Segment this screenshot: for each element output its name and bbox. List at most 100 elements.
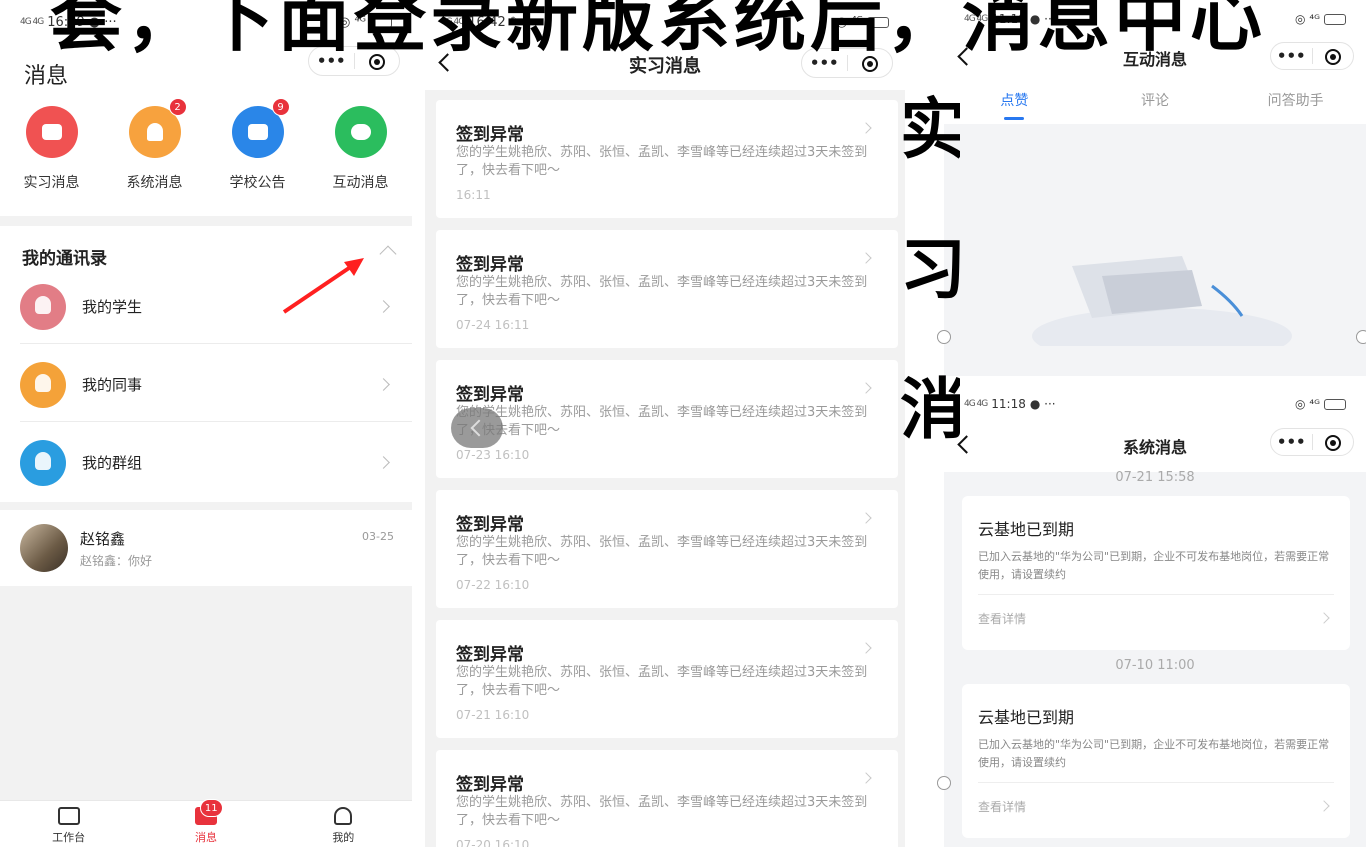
message-body: 您的学生姚艳欣、苏阳、张恒、孟凯、李雪峰等已经连续超过3天未签到了，快去看下吧～ bbox=[456, 405, 868, 438]
floating-back-button[interactable] bbox=[451, 408, 503, 448]
chevron-right-icon bbox=[860, 512, 872, 524]
category-interaction[interactable]: 互动消息 bbox=[309, 106, 412, 192]
message-card[interactable]: 签到异常 您的学生姚艳欣、苏阳、张恒、孟凯、李雪峰等已经连续超过3天未签到了，快… bbox=[436, 750, 898, 847]
alarm-icon: ◎ ⁴ᴳ bbox=[835, 14, 863, 30]
message-date: 07-22 16:10 bbox=[456, 578, 530, 592]
category-internship[interactable]: 实习消息 bbox=[0, 106, 103, 192]
close-miniprogram-icon[interactable] bbox=[1313, 433, 1354, 451]
status-time: 11:18 bbox=[991, 12, 1026, 26]
nav-bar: 实习消息 ••• bbox=[425, 36, 905, 90]
message-title: 签到异常 bbox=[456, 515, 524, 535]
chevron-right-icon bbox=[377, 300, 390, 313]
chevron-right-icon bbox=[860, 772, 872, 784]
system-message-card[interactable]: 云基地已到期 已加入云基地的"华为公司"已到期，企业不可发布基地岗位，若需要正常… bbox=[962, 496, 1350, 650]
tab-label: 我的 bbox=[332, 831, 355, 844]
tab-workbench[interactable]: 工作台 bbox=[0, 801, 137, 847]
signal-icon: 4G 4G bbox=[964, 399, 988, 409]
alarm-icon: ◎ ⁴ᴳ bbox=[1295, 12, 1320, 26]
chevron-right-icon bbox=[377, 378, 390, 391]
tab-comments[interactable]: 评论 bbox=[1085, 86, 1226, 124]
chat-name: 赵铭鑫 bbox=[80, 530, 126, 548]
collapse-chevron-icon[interactable] bbox=[379, 245, 397, 263]
category-system[interactable]: 2 系统消息 bbox=[103, 98, 206, 192]
internship-message-icon bbox=[25, 106, 78, 158]
message-categories: 实习消息 2 系统消息 9 学校公告 互动消息 bbox=[0, 98, 412, 192]
message-card[interactable]: 签到异常 您的学生姚艳欣、苏阳、张恒、孟凯、李雪峰等已经连续超过3天未签到了，快… bbox=[436, 230, 898, 348]
bell-icon: 2 bbox=[128, 98, 187, 158]
more-menu-icon[interactable]: ••• bbox=[309, 52, 354, 70]
tab-likes[interactable]: 点赞 bbox=[944, 86, 1085, 124]
message-date: 16:11 bbox=[456, 188, 491, 202]
contact-label: 我的同事 bbox=[82, 376, 143, 394]
message-date: 07-21 16:10 bbox=[456, 708, 530, 722]
message-card[interactable]: 签到异常 您的学生姚艳欣、苏阳、张恒、孟凯、李雪峰等已经连续超过3天未签到了，快… bbox=[436, 620, 898, 738]
view-details-link[interactable]: 查看详情 bbox=[978, 610, 1026, 627]
students-icon bbox=[20, 284, 66, 330]
screenshot-canvas: 4G 4G 16:39 ● ··· ◎ ⁴ᴳ 消息 ••• 实习消息 2 系统消… bbox=[0, 0, 1366, 847]
system-message-card[interactable]: 云基地已到期 已加入云基地的"华为公司"已到期，企业不可发布基地岗位，若需要正常… bbox=[962, 684, 1350, 838]
chevron-right-icon bbox=[860, 252, 872, 264]
chevron-right-icon bbox=[377, 456, 390, 469]
battery-icon bbox=[370, 16, 392, 28]
message-date: 07-23 16:10 bbox=[456, 448, 530, 462]
tab-profile[interactable]: 我的 bbox=[275, 801, 412, 847]
signal-icon: 4G 4G bbox=[964, 14, 988, 24]
message-date: 07-21 15:58 bbox=[1115, 470, 1195, 485]
message-card[interactable]: 签到异常 您的学生姚艳欣、苏阳、张恒、孟凯、李雪峰等已经连续超过3天未签到了，快… bbox=[436, 100, 898, 218]
chat-list-item[interactable]: 赵铭鑫 赵铭鑫：你好 03-25 bbox=[0, 510, 412, 586]
miniprogram-capsule: ••• bbox=[1270, 428, 1354, 456]
miniprogram-capsule: ••• bbox=[1270, 42, 1354, 70]
more-menu-icon[interactable]: ••• bbox=[1271, 433, 1312, 451]
nav-bar: 互动消息 ••• bbox=[944, 30, 1366, 86]
chevron-right-icon bbox=[860, 642, 872, 654]
message-body: 已加入云基地的"华为公司"已到期，企业不可发布基地岗位，若需要正常使用，请设置续… bbox=[978, 738, 1330, 769]
message-body: 您的学生姚艳欣、苏阳、张恒、孟凯、李雪峰等已经连续超过3天未签到了，快去看下吧～ bbox=[456, 145, 868, 178]
chat-time: 03-25 bbox=[362, 530, 394, 543]
page-title: 消息 bbox=[24, 64, 69, 89]
close-miniprogram-icon[interactable] bbox=[1313, 47, 1354, 65]
message-body: 您的学生姚艳欣、苏阳、张恒、孟凯、李雪峰等已经连续超过3天未签到了，快去看下吧～ bbox=[456, 795, 868, 828]
messages-screen: 4G 4G 16:39 ● ··· ◎ ⁴ᴳ 消息 ••• 实习消息 2 系统消… bbox=[0, 0, 412, 847]
close-miniprogram-icon[interactable] bbox=[355, 52, 400, 70]
contact-row-colleagues[interactable]: 我的同事 bbox=[0, 344, 412, 422]
category-label: 互动消息 bbox=[332, 175, 389, 191]
status-indicators: ● ··· bbox=[1029, 397, 1056, 411]
tab-messages[interactable]: 11 消息 bbox=[137, 799, 274, 847]
nav-bar: 系统消息 ••• bbox=[944, 420, 1366, 472]
groups-icon bbox=[20, 440, 66, 486]
message-body: 您的学生姚艳欣、苏阳、张恒、孟凯、李雪峰等已经连续超过3天未签到了，快去看下吧～ bbox=[456, 535, 868, 568]
annotation-arrow-icon bbox=[282, 258, 364, 314]
unread-badge: 9 bbox=[271, 98, 290, 116]
message-title: 云基地已到期 bbox=[978, 520, 1075, 539]
bottom-tab-bar: 工作台 11 消息 我的 bbox=[0, 799, 412, 847]
message-title: 签到异常 bbox=[456, 775, 524, 795]
battery-icon bbox=[1324, 398, 1346, 410]
alarm-icon: ◎ ⁴ᴳ bbox=[1295, 397, 1320, 411]
more-menu-icon[interactable]: ••• bbox=[1271, 47, 1312, 65]
category-label: 实习消息 bbox=[23, 175, 80, 191]
user-icon bbox=[334, 807, 353, 825]
category-school-notice[interactable]: 9 学校公告 bbox=[206, 98, 309, 192]
avatar bbox=[20, 524, 68, 572]
more-menu-icon[interactable]: ••• bbox=[802, 54, 847, 72]
message-card[interactable]: 签到异常 您的学生姚艳欣、苏阳、张恒、孟凯、李雪峰等已经连续超过3天未签到了，快… bbox=[436, 490, 898, 608]
message-body: 您的学生姚艳欣、苏阳、张恒、孟凯、李雪峰等已经连续超过3天未签到了，快去看下吧～ bbox=[456, 275, 868, 308]
chevron-right-icon bbox=[1318, 612, 1330, 624]
chevron-right-icon bbox=[1318, 800, 1330, 812]
messages-header: 消息 ••• 实习消息 2 系统消息 9 学校公告 互动消息 bbox=[0, 36, 412, 216]
interaction-tabs: 点赞 评论 问答助手 bbox=[944, 86, 1366, 124]
contact-row-groups[interactable]: 我的群组 bbox=[0, 422, 412, 500]
tab-qa-assistant[interactable]: 问答助手 bbox=[1225, 86, 1366, 124]
view-details-link[interactable]: 查看详情 bbox=[978, 798, 1026, 815]
briefcase-icon: 9 bbox=[231, 98, 290, 158]
interaction-messages-screen: 4G 4G 11:18 ● ··· ◎ ⁴ᴳ 互动消息 ••• 点赞 评论 问答… bbox=[944, 0, 1366, 376]
monitor-icon bbox=[57, 807, 80, 825]
miniprogram-capsule: ••• bbox=[801, 48, 893, 78]
empty-state-illustration bbox=[1032, 256, 1292, 346]
miniprogram-capsule: ••• bbox=[308, 46, 400, 76]
close-miniprogram-icon[interactable] bbox=[848, 54, 893, 72]
message-card[interactable]: 签到异常 您的学生姚艳欣、苏阳、张恒、孟凯、李雪峰等已经连续超过3天未签到了，快… bbox=[436, 360, 898, 478]
message-title: 云基地已到期 bbox=[978, 708, 1075, 727]
unread-badge: 11 bbox=[199, 799, 223, 817]
message-date: 07-10 11:00 bbox=[1115, 658, 1195, 673]
